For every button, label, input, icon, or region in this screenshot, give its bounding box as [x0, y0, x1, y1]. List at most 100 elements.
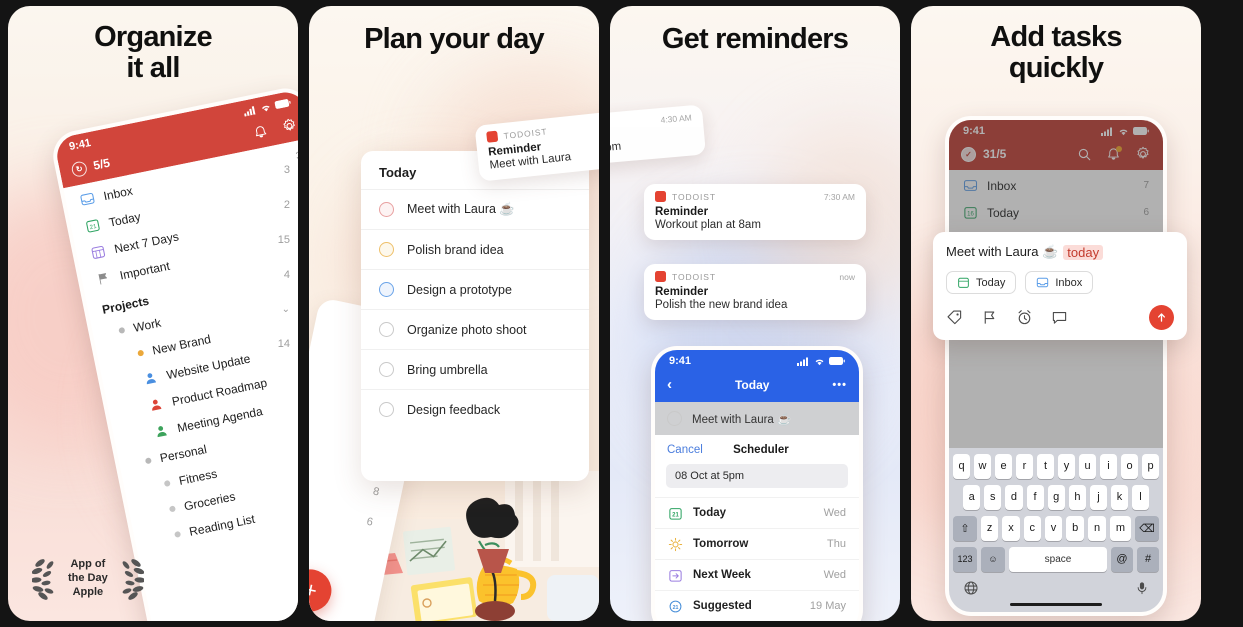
scheduler-option-tomorrow[interactable]: Tomorrow Thu [655, 528, 859, 559]
key-d[interactable]: d [1005, 484, 1023, 510]
more-horizontal-icon[interactable]: ••• [832, 379, 847, 391]
scheduler-date-input[interactable]: 08 Oct at 5pm [666, 464, 848, 488]
notification-card[interactable]: TODOIST Reminder Meet with Laura [474, 110, 599, 182]
key-x[interactable]: x [1002, 515, 1020, 541]
key-i[interactable]: i [1100, 453, 1117, 479]
selected-task-row[interactable]: Meet with Laura ☕ [655, 402, 859, 435]
key-m[interactable]: m [1110, 515, 1131, 541]
task-row[interactable]: Design a prototype [361, 269, 589, 309]
karma-indicator[interactable]: ↻ 5/5 [70, 155, 111, 178]
key-g[interactable]: g [1047, 484, 1065, 510]
globe-icon[interactable] [963, 580, 979, 596]
chevron-left-icon[interactable]: ‹ [667, 376, 672, 393]
chevron-down-icon[interactable]: ⌄ [282, 304, 290, 315]
alarm-icon[interactable] [1016, 309, 1033, 326]
task-checkbox[interactable] [379, 402, 394, 417]
key-e[interactable]: e [995, 453, 1012, 479]
task-row[interactable]: Design feedback [361, 389, 589, 429]
add-task-fab[interactable]: + [309, 565, 336, 616]
task-checkbox[interactable] [379, 362, 394, 377]
quick-add-card[interactable]: Meet with Laura ☕ today Today Inbox [933, 232, 1187, 340]
key-o[interactable]: o [1121, 453, 1138, 479]
task-label: Design a prototype [407, 282, 512, 297]
gear-icon[interactable] [1135, 146, 1151, 162]
gallery-card-plan[interactable]: Plan your day 8 6 + Today Meet with Laur… [309, 6, 599, 621]
key-t[interactable]: t [1037, 453, 1054, 479]
key-y[interactable]: y [1058, 453, 1075, 479]
search-icon[interactable] [1077, 147, 1092, 162]
key-hash[interactable]: # [1137, 546, 1159, 572]
cancel-button[interactable]: Cancel [667, 444, 703, 456]
tag-icon[interactable] [946, 309, 963, 326]
flag-icon[interactable] [981, 309, 998, 326]
gallery-card-reminders[interactable]: Get reminders 4:30 AM at 5pm TODOIST 7:3… [610, 6, 900, 621]
key-space[interactable]: space [1009, 546, 1107, 572]
key-w[interactable]: w [974, 453, 991, 479]
sidebar-item-today[interactable]: 16 Today 6 [949, 199, 1163, 226]
chip-inbox[interactable]: Inbox [1025, 271, 1094, 294]
shift-icon[interactable]: ⇧ [953, 515, 977, 541]
emoji-icon[interactable]: ☺ [981, 546, 1005, 572]
onscreen-keyboard: q w e r t y u i o p a s d f g h j k l ⇧ … [949, 447, 1163, 612]
ghost-notification-card: 4:30 AM at 5pm [610, 104, 706, 166]
key-n[interactable]: n [1088, 515, 1107, 541]
key-p[interactable]: p [1142, 453, 1159, 479]
key-q[interactable]: q [953, 453, 970, 479]
key-numbers[interactable]: 123 [953, 546, 977, 572]
key-a[interactable]: a [963, 484, 981, 510]
app-bar-actions [252, 116, 298, 141]
home-indicator [1010, 602, 1102, 606]
todoist-logo-icon [655, 191, 666, 202]
status-time: 9:41 [669, 355, 692, 367]
task-checkbox[interactable] [379, 282, 394, 297]
calendar-today-icon: 21 [669, 507, 682, 520]
key-at[interactable]: @ [1111, 546, 1133, 572]
quick-add-input[interactable]: Meet with Laura ☕ today [946, 244, 1174, 260]
sun-icon [668, 537, 683, 551]
key-b[interactable]: b [1066, 515, 1085, 541]
key-f[interactable]: f [1026, 484, 1044, 510]
notification-dot [1116, 145, 1122, 152]
scheduler-option-suggested[interactable]: 21 Suggested 19 May [655, 590, 859, 621]
task-checkbox[interactable] [379, 202, 394, 217]
backspace-icon[interactable]: ⌫ [1135, 515, 1159, 541]
key-z[interactable]: z [981, 515, 999, 541]
task-row[interactable]: Bring umbrella [361, 349, 589, 389]
notification-app: TODOIST [503, 125, 548, 141]
notification-card[interactable]: TODOIST now Reminder Polish the new bran… [644, 264, 866, 320]
gear-icon[interactable] [280, 116, 298, 135]
task-row[interactable]: Meet with Laura ☕ [361, 189, 589, 229]
key-r[interactable]: r [1016, 453, 1033, 479]
task-checkbox[interactable] [379, 242, 394, 257]
notification-time: now [839, 271, 855, 282]
page-title: Organize it all [8, 6, 298, 85]
bell-icon[interactable] [1106, 145, 1122, 162]
karma-indicator[interactable]: ✓ 31/5 [961, 146, 1006, 162]
sidebar-item-inbox[interactable]: Inbox 7 [949, 172, 1163, 199]
headline-line-2: quickly [1008, 52, 1104, 85]
scheduler-title: Scheduler [733, 444, 789, 456]
key-s[interactable]: s [984, 484, 1002, 510]
comment-icon[interactable] [1051, 309, 1068, 326]
task-checkbox[interactable] [667, 411, 682, 426]
scheduler-option-next-week[interactable]: Next Week Wed [655, 559, 859, 590]
task-checkbox[interactable] [379, 322, 394, 337]
notification-card[interactable]: TODOIST 7:30 AM Reminder Workout plan at… [644, 184, 866, 240]
chip-today[interactable]: Today [946, 271, 1017, 294]
scheduler-header: Cancel Scheduler [655, 435, 859, 464]
send-button[interactable] [1149, 305, 1174, 330]
key-l[interactable]: l [1132, 484, 1149, 510]
key-c[interactable]: c [1023, 515, 1041, 541]
gallery-card-add-tasks[interactable]: Add tasks quickly 9:41 ✓ 31/5 Inbox 7 16… [911, 6, 1201, 621]
microphone-icon[interactable] [1135, 580, 1149, 596]
key-u[interactable]: u [1079, 453, 1096, 479]
task-row[interactable]: Organize photo shoot [361, 309, 589, 349]
bell-icon[interactable] [252, 123, 270, 141]
task-row[interactable]: Polish brand idea [361, 229, 589, 269]
key-j[interactable]: j [1090, 484, 1107, 510]
key-v[interactable]: v [1044, 515, 1063, 541]
scheduler-option-today[interactable]: 21 Today Wed [655, 497, 859, 528]
key-k[interactable]: k [1111, 484, 1128, 510]
key-h[interactable]: h [1068, 484, 1086, 510]
gallery-card-organize[interactable]: Organize it all 9:41 ↻ 5/5 Inbox 3 21 To… [8, 6, 298, 621]
